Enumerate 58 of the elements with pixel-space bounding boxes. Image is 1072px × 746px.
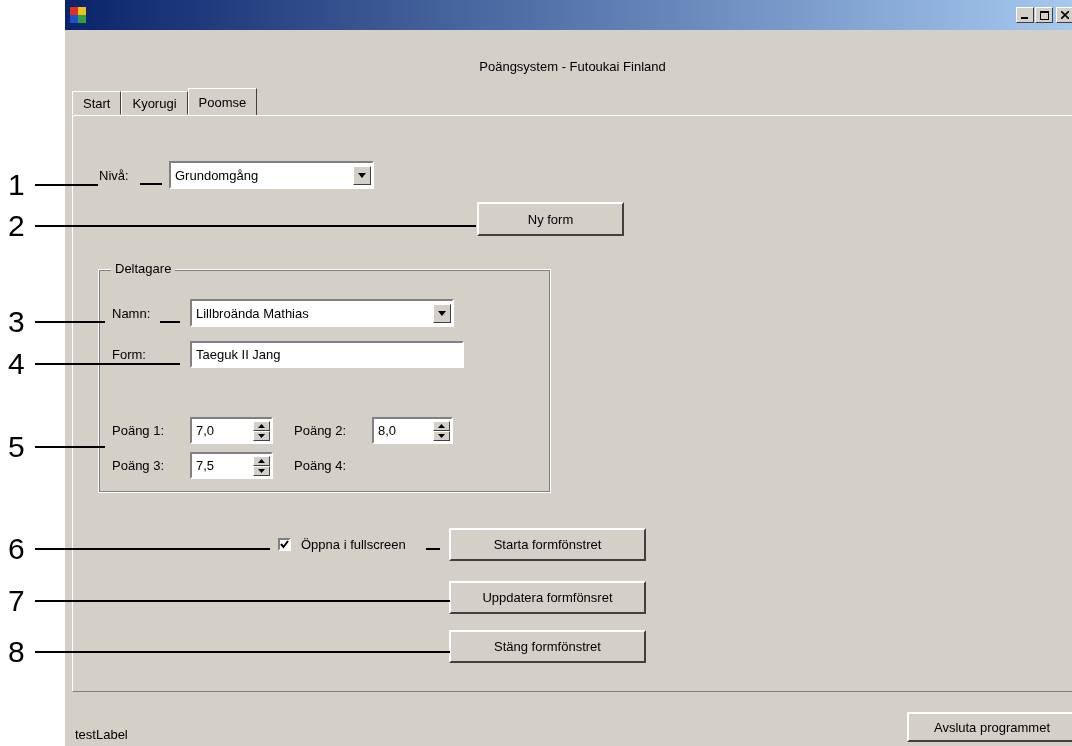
fullscreen-label: Öppna i fullscreen xyxy=(301,537,406,552)
callout-number: 7 xyxy=(8,584,25,618)
leader-line xyxy=(35,446,105,448)
leader-line xyxy=(35,184,98,186)
form-field[interactable]: Taeguk II Jang xyxy=(190,341,464,368)
dropdown-field[interactable]: Lillbroända Mathias xyxy=(190,299,454,327)
app-icon xyxy=(69,6,87,24)
close-form-button[interactable]: Stäng formfönstret xyxy=(449,630,646,663)
form-label: Form: xyxy=(112,347,147,362)
spin-down-button[interactable] xyxy=(253,465,270,476)
name-label: Namn: xyxy=(112,305,152,321)
score-label: Poäng 2: xyxy=(294,423,348,438)
minimize-button[interactable] xyxy=(1016,7,1034,23)
callout-number: 6 xyxy=(8,532,25,566)
group-title: Deltagare xyxy=(111,261,176,276)
callout-number: 8 xyxy=(8,635,25,669)
leader-line xyxy=(160,321,180,323)
leader-line xyxy=(35,321,105,323)
spin-up-button[interactable] xyxy=(253,420,270,431)
update-button[interactable]: Uppdatera formfönsret xyxy=(449,581,646,614)
start-button[interactable]: Starta formfönstret xyxy=(449,528,646,561)
caret-down-icon xyxy=(438,433,445,438)
callout-number: 5 xyxy=(8,430,25,464)
maximize-button[interactable] xyxy=(1035,7,1053,23)
tab[interactable]: Start xyxy=(72,91,122,115)
tab[interactable]: Poomse xyxy=(187,88,258,116)
exit-button[interactable]: Avsluta programmet xyxy=(907,712,1072,742)
caret-up-icon xyxy=(258,458,265,463)
leader-line xyxy=(426,548,440,550)
caret-up-icon xyxy=(438,423,445,428)
callout-number: 1 xyxy=(8,168,25,202)
status-label: testLabel xyxy=(75,727,128,742)
spin-down-button[interactable] xyxy=(253,430,270,441)
leader-line xyxy=(140,183,162,185)
spin-down-button[interactable] xyxy=(433,430,450,441)
score-spinner[interactable]: 8,0 xyxy=(372,417,453,444)
caret-down-icon xyxy=(258,468,265,473)
callout-number: 3 xyxy=(8,305,25,339)
level-label: Nivå: xyxy=(99,167,130,183)
spin-up-button[interactable] xyxy=(433,420,450,431)
caret-up-icon xyxy=(258,423,265,428)
callout-number: 4 xyxy=(8,347,25,381)
score-spinner[interactable]: 7,0 xyxy=(190,417,273,444)
score-label: Poäng 1: xyxy=(112,423,166,438)
tab[interactable]: Kyorugi xyxy=(121,91,188,115)
callout-number: 2 xyxy=(8,209,25,243)
spin-up-button[interactable] xyxy=(253,455,270,466)
checkbox[interactable] xyxy=(278,538,291,551)
close-icon xyxy=(1061,11,1069,19)
score-spinner[interactable]: 7,5 xyxy=(190,452,273,479)
score-label: Poäng 4: xyxy=(294,458,348,473)
new-form-button[interactable]: Ny form xyxy=(477,202,624,236)
caret-down-icon xyxy=(258,433,265,438)
dropdown-field[interactable]: Grundomgång xyxy=(169,161,374,189)
score-label: Poäng 3: xyxy=(112,458,166,473)
close-button[interactable] xyxy=(1056,7,1072,23)
header-label: Poängsystem - Futoukai Finland xyxy=(479,59,666,74)
maximize-icon xyxy=(1039,10,1049,20)
